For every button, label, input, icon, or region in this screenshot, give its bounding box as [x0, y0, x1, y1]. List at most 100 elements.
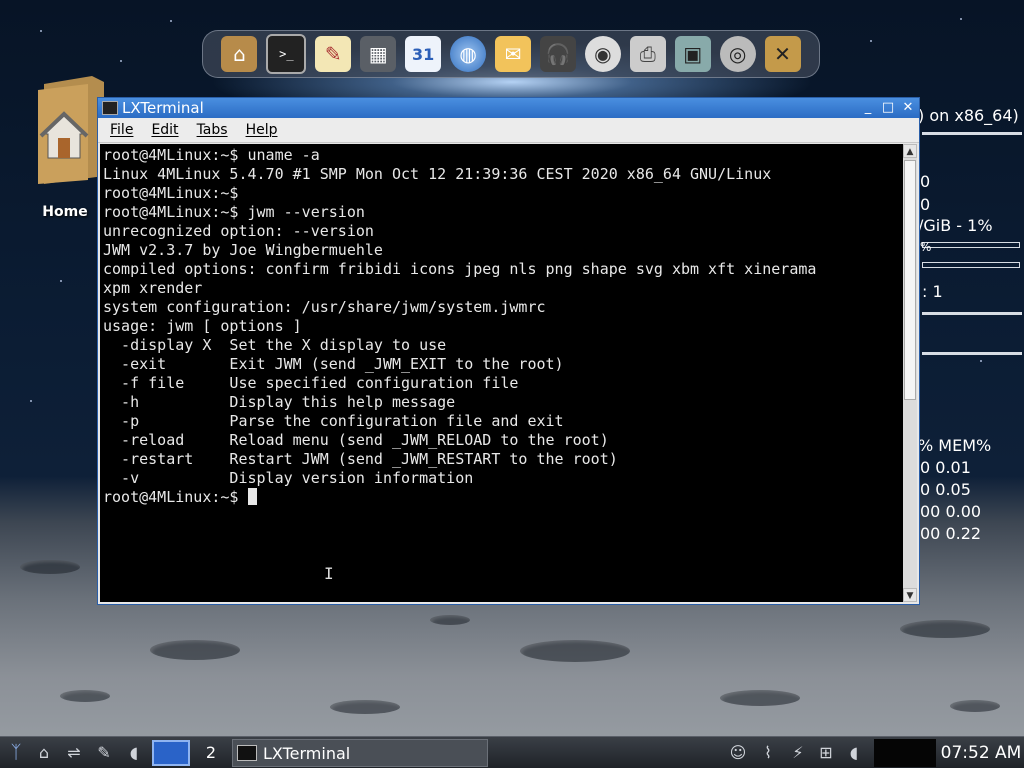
crater: [520, 640, 630, 662]
terminal-line: usage: jwm [ options ]: [103, 317, 302, 335]
terminal-line: -f file Use specified configuration file: [121, 374, 519, 392]
conky-divider: [922, 132, 1022, 135]
system-tray-area: [874, 739, 936, 767]
crater: [150, 640, 240, 660]
terminal-scrollbar[interactable]: ▲ ▼: [903, 144, 917, 602]
star: [980, 360, 982, 362]
terminal-app-icon: [102, 101, 118, 115]
conky-bar: [922, 262, 1020, 268]
video-reel-icon[interactable]: ◉: [584, 36, 621, 72]
terminal-line: JWM v2.3.7 by Joe Wingbermuehle: [103, 241, 383, 259]
star: [960, 18, 962, 20]
terminal-line: -p Parse the configuration file and exit: [121, 412, 564, 430]
show-desktop-icon[interactable]: ⌂: [32, 741, 56, 765]
network-icon[interactable]: ⊞: [814, 741, 838, 765]
terminal-line: compiled options: confirm fribidi icons …: [103, 260, 817, 278]
text-cursor: [247, 488, 257, 505]
terminal-line: -reload Reload menu (send _JWM_RELOAD to…: [121, 431, 609, 449]
terminal-line: system configuration: /usr/share/jwm/sys…: [103, 298, 546, 316]
conky-divider: [922, 312, 1022, 315]
webcam-icon[interactable]: ◎: [719, 36, 756, 72]
usb-icon[interactable]: ⇌: [62, 741, 86, 765]
terminal-line: unrecognized option: --version: [103, 222, 374, 240]
terminal-output[interactable]: root@4MLinux:~$ uname -a Linux 4MLinux 5…: [100, 144, 903, 602]
star: [30, 400, 32, 402]
conky-disk: /GiB - 1%: [918, 216, 993, 235]
task-label: LXTerminal: [263, 743, 351, 763]
home-icon[interactable]: ⌂: [221, 36, 258, 72]
speaker-icon[interactable]: ◖: [122, 741, 146, 765]
browser-icon[interactable]: ◍: [450, 36, 487, 72]
scroll-up-arrow-icon[interactable]: ▲: [903, 144, 917, 158]
terminal-line: root@4MLinux:~$ jwm --version: [103, 203, 365, 221]
terminal-lines: root@4MLinux:~$ uname -a Linux 4MLinux 5…: [103, 146, 816, 487]
tools-icon[interactable]: ✎: [92, 741, 116, 765]
text-editor-icon[interactable]: ✎: [315, 36, 352, 72]
start-menu-icon[interactable]: ᛉ: [4, 741, 28, 765]
clock[interactable]: 07:52 AM: [938, 737, 1024, 768]
menu-help[interactable]: Help: [240, 122, 284, 138]
star: [60, 280, 62, 282]
conky-proc-row: 0 0.05: [920, 480, 971, 499]
calculator-icon[interactable]: ▦: [360, 36, 397, 72]
desktop: ) on x86_64) 0 0 /GiB - 1% % : 1 % MEM% …: [0, 0, 1024, 768]
conky-value: 0: [920, 195, 931, 214]
home-desktop-icon[interactable]: [28, 72, 108, 192]
terminal-line: xpm xrender: [103, 279, 203, 297]
power-icon[interactable]: ⚡: [786, 741, 810, 765]
ibeam-cursor-icon: I: [324, 564, 334, 583]
task-lxterminal-button[interactable]: LXTerminal: [232, 739, 488, 767]
conky-system-info: ) on x86_64): [918, 106, 1019, 125]
crater: [900, 620, 990, 638]
printer-icon[interactable]: ⎙: [629, 36, 666, 72]
menu-tabs[interactable]: Tabs: [191, 122, 234, 138]
terminal-line: -display X Set the X display to use: [121, 336, 447, 354]
window-title: LXTerminal: [122, 99, 204, 117]
headphones-icon[interactable]: 🎧: [539, 36, 576, 72]
scroll-down-arrow-icon[interactable]: ▼: [903, 588, 917, 602]
menu-file[interactable]: File: [104, 122, 139, 138]
close-button[interactable]: ✕: [899, 99, 917, 117]
terminal-line: -v Display version information: [121, 469, 474, 487]
crater: [430, 615, 470, 625]
terminal-line: root@4MLinux:~$ uname -a: [103, 146, 320, 164]
taskbar: ᛉ ⌂ ⇌ ✎ ◖ 2 LXTerminal ☺ ⌇ ⚡ ⊞ ◖ 07:52 A…: [0, 736, 1024, 768]
crater: [60, 690, 110, 702]
terminal-line: -h Display this help message: [121, 393, 456, 411]
terminal-line: Linux 4MLinux 5.4.70 #1 SMP Mon Oct 12 2…: [103, 165, 772, 183]
star: [120, 60, 122, 62]
maximize-button[interactable]: □: [879, 99, 897, 117]
terminal-line: -exit Exit JWM (send _JWM_EXIT to the ro…: [121, 355, 564, 373]
terminal-icon[interactable]: >_: [266, 34, 307, 74]
conky-procs: : 1: [922, 282, 943, 301]
crater: [950, 700, 1000, 712]
conky-proc-row: 00 0.00: [920, 502, 982, 521]
mail-icon[interactable]: ✉: [494, 36, 531, 72]
scrollbar-thumb[interactable]: [904, 160, 916, 400]
workspace-2-button[interactable]: 2: [198, 737, 224, 768]
star: [40, 30, 42, 32]
conky-proc-row: 0 0.01: [920, 458, 971, 477]
user-icon[interactable]: ☺: [726, 741, 750, 765]
tools-icon[interactable]: ✕: [764, 36, 801, 72]
star: [870, 40, 872, 42]
conky-disk-bar: [922, 242, 1020, 248]
volume-icon[interactable]: ◖: [842, 741, 866, 765]
conky-proc-row: 00 0.22: [920, 524, 982, 543]
menu-edit[interactable]: Edit: [145, 122, 184, 138]
terminal-text: root@4MLinux:~$ uname -a Linux 4MLinux 5…: [100, 144, 903, 507]
menu-bar: File Edit Tabs Help: [98, 118, 919, 143]
conky-value: 0: [920, 172, 931, 191]
terminal-line: root@4MLinux:~$: [103, 184, 239, 202]
paperclip-icon[interactable]: ⌇: [756, 741, 780, 765]
calendar-icon[interactable]: 31: [405, 36, 442, 72]
star: [170, 20, 172, 22]
crater: [330, 700, 400, 714]
crater: [20, 560, 80, 574]
workspace-1-button[interactable]: [152, 740, 190, 766]
conky-divider: [922, 352, 1022, 355]
window-titlebar[interactable]: LXTerminal _ □ ✕: [98, 98, 919, 118]
camcorder-icon[interactable]: ▣: [674, 36, 711, 72]
minimize-button[interactable]: _: [859, 99, 877, 117]
application-dock: ⌂ >_ ✎ ▦ 31 ◍ ✉ 🎧 ◉ ⎙ ▣ ◎ ✕: [202, 30, 820, 78]
